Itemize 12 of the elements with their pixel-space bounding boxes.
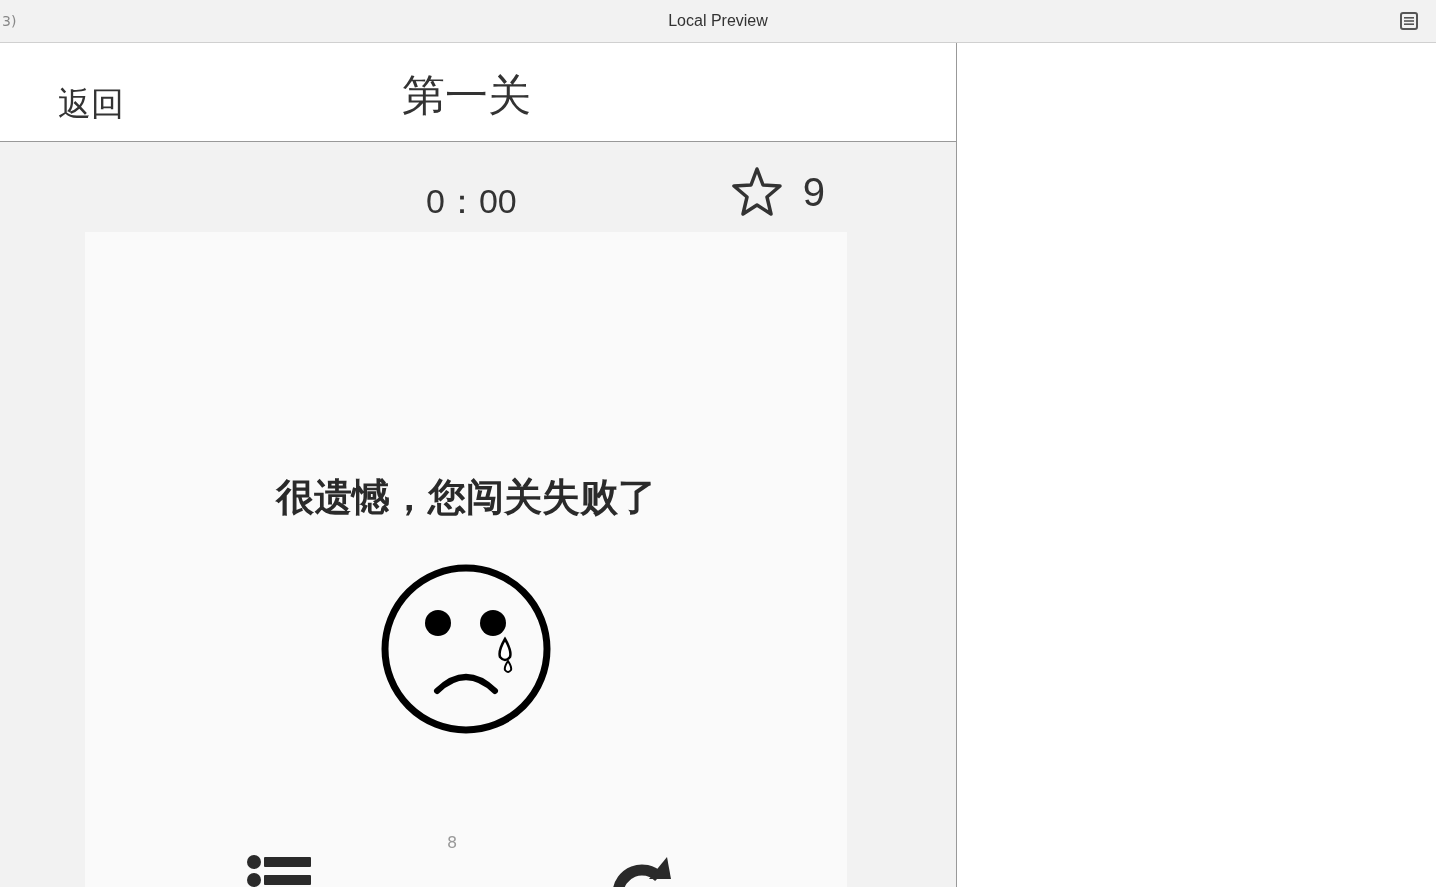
menu-icon[interactable] [1400,12,1418,30]
list-icon[interactable] [247,855,311,887]
score: 9 [802,169,825,215]
crying-face-icon [380,563,552,735]
timer: 0：00 [426,181,517,222]
page-number: 8 [447,833,458,852]
star-icon [730,166,783,218]
back-button[interactable]: 返回 [58,82,124,127]
window-title: Local Preview [668,12,768,30]
level-title: 第一关 [402,69,531,122]
failure-message: 很遗憾，您闯关失败了 [276,474,656,521]
window-title-fragment: 3) [2,13,18,29]
